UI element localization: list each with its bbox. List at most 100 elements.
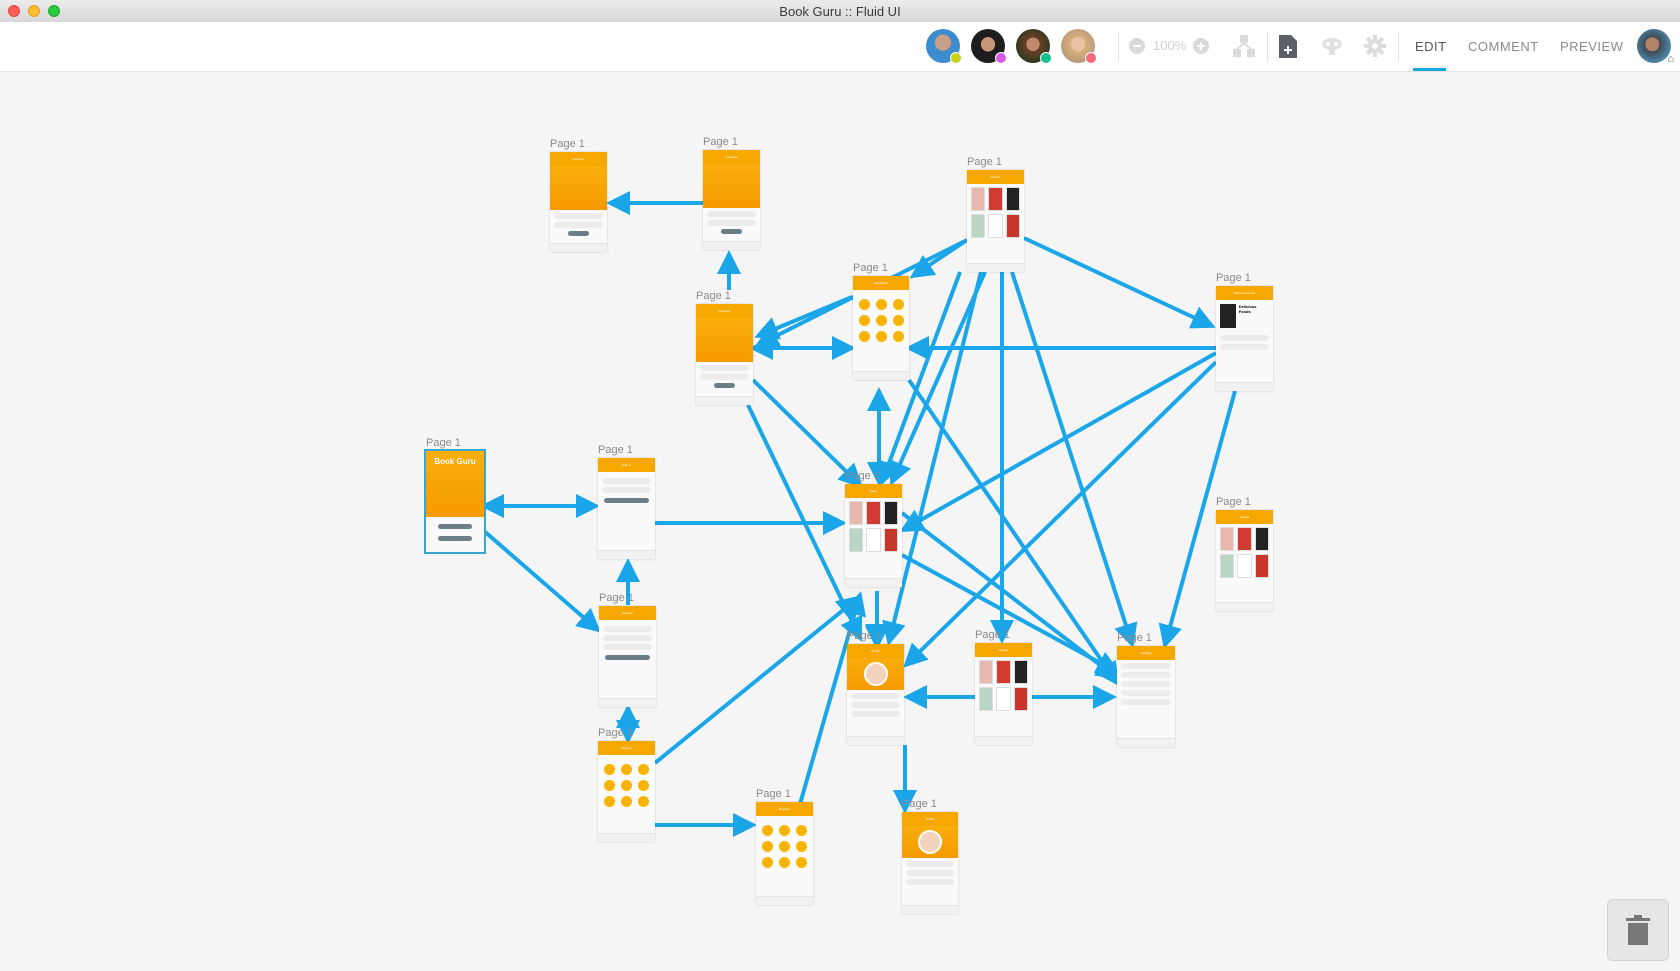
field xyxy=(554,222,603,228)
sitemap-canvas[interactable]: Page 1 Compare Page 1 Compare Page 1 Genres Pa… xyxy=(0,72,1680,971)
screen-thumbnail-genres[interactable]: Genres xyxy=(967,170,1024,272)
book-cover xyxy=(971,187,986,211)
screen-header: Register xyxy=(599,606,656,620)
screen-thumbnail-compare[interactable]: Compare xyxy=(703,150,760,250)
sitemap-icon[interactable] xyxy=(1232,34,1256,58)
category-icon xyxy=(796,841,808,852)
field xyxy=(554,213,603,219)
profile-photo xyxy=(863,662,888,686)
screen-header: Compare xyxy=(703,150,760,164)
screen-label: Page 1 xyxy=(696,290,731,302)
screen-thumbnail-categories[interactable]: Categories xyxy=(853,276,909,380)
screen-label: Page 1 xyxy=(426,437,461,449)
category-icon xyxy=(778,825,790,836)
screen-header: Delicious Foods xyxy=(1216,286,1273,300)
status-dot xyxy=(1040,52,1052,64)
search-button xyxy=(714,383,735,388)
tab-bar xyxy=(696,396,753,405)
toolbar-divider xyxy=(1118,32,1119,62)
screen-header: Profile xyxy=(902,812,958,826)
screen-thumbnail-profile[interactable]: Profile xyxy=(847,644,904,745)
category-grid xyxy=(598,755,655,811)
tab-bar xyxy=(902,905,958,914)
tab-comment[interactable]: COMMENT xyxy=(1468,39,1539,54)
screen-label: Page 1 xyxy=(845,470,880,482)
screen-thumbnail-profile[interactable]: Profile xyxy=(902,812,958,914)
screen-thumbnail-categories[interactable]: Register xyxy=(756,802,813,905)
field xyxy=(603,644,652,650)
screen-label: Page 1 xyxy=(756,788,791,800)
book-grid xyxy=(975,657,1032,714)
menu-row xyxy=(906,879,954,885)
book-cover xyxy=(1237,527,1252,551)
book-cover xyxy=(1220,554,1235,578)
book-cover xyxy=(988,187,1003,211)
review xyxy=(1220,335,1269,341)
tab-preview[interactable]: PREVIEW xyxy=(1560,39,1623,54)
category-icon xyxy=(875,331,887,342)
category-icon xyxy=(778,857,790,868)
category-icon xyxy=(875,315,887,326)
category-icon xyxy=(875,299,887,310)
screen-label: Page 1 xyxy=(853,262,888,274)
collaborator-avatar-3[interactable] xyxy=(1016,29,1052,64)
trash-button[interactable] xyxy=(1607,899,1669,961)
book-cover xyxy=(996,660,1011,684)
screen-label: Page 1 xyxy=(703,136,738,148)
screen-header: Profile xyxy=(847,644,904,658)
user-avatar[interactable]: ⌂ xyxy=(1637,29,1674,65)
screen-thumbnail-categories[interactable]: Register xyxy=(598,741,655,842)
screen-label: Page 1 xyxy=(598,727,633,739)
collaborator-avatar-1[interactable] xyxy=(926,29,962,64)
submit-button xyxy=(605,655,650,660)
add-page-icon[interactable] xyxy=(1278,34,1298,58)
book-cover xyxy=(866,501,881,525)
screen-thumbnail-signin[interactable]: Sign in xyxy=(598,458,655,559)
screen-thumbnail-splash[interactable]: Book Guru xyxy=(424,449,486,554)
tab-bar xyxy=(598,550,655,559)
screen-thumbnail-detail[interactable]: Delicious Foods Delicious Foods xyxy=(1216,286,1273,391)
link-arrow[interactable] xyxy=(1023,236,1216,329)
screen-header: Register xyxy=(756,802,813,816)
screen-thumbnail-register[interactable]: Register xyxy=(599,606,656,707)
screen-label: Page 1 xyxy=(847,630,882,642)
settings-icon[interactable] xyxy=(1363,34,1387,58)
screen-header: Register xyxy=(598,741,655,755)
collaborator-avatar-4[interactable] xyxy=(1061,29,1097,64)
book-cover xyxy=(1013,687,1028,711)
book-cover xyxy=(1005,187,1020,211)
status-dot xyxy=(1085,52,1097,64)
link-arrow[interactable] xyxy=(653,595,862,765)
tab-bar xyxy=(847,736,904,745)
status-dot xyxy=(950,52,962,64)
screen-thumbnail-compare[interactable]: Compare xyxy=(550,152,607,252)
book-cover xyxy=(979,660,994,684)
screen-label: Page 1 xyxy=(902,798,937,810)
toolbar-divider xyxy=(1267,32,1268,62)
book-grid xyxy=(1216,524,1273,581)
tab-edit[interactable]: EDIT xyxy=(1415,39,1447,54)
category-icon xyxy=(761,857,773,868)
widget-library-icon[interactable] xyxy=(1320,34,1344,58)
book-detail: Delicious Foods xyxy=(1216,300,1273,332)
tab-bar xyxy=(599,698,656,707)
book-cover xyxy=(1220,304,1236,328)
menu-row xyxy=(851,702,900,708)
screen-thumbnail-compare[interactable]: Compare xyxy=(696,304,753,405)
link-arrow[interactable] xyxy=(751,378,863,488)
screen-thumbnail-feed[interactable]: Feed xyxy=(845,484,902,587)
screen-label: Page 1 xyxy=(1216,272,1251,284)
collaborator-avatar-2[interactable] xyxy=(971,29,1007,64)
zoom-in-icon[interactable] xyxy=(1192,34,1210,58)
screen-thumbnail-settings[interactable]: Settings xyxy=(1117,646,1175,747)
screen-thumbnail-genres[interactable]: Genres xyxy=(1216,510,1273,611)
book-cover xyxy=(988,214,1003,238)
settings-row xyxy=(1121,699,1171,705)
link-arrow[interactable] xyxy=(482,529,602,633)
home-icon: ⌂ xyxy=(1667,53,1674,65)
link-arrow[interactable] xyxy=(903,360,1218,668)
field xyxy=(603,626,652,632)
tab-bar xyxy=(1216,382,1273,391)
zoom-out-icon[interactable] xyxy=(1128,34,1146,58)
screen-thumbnail-genres[interactable]: Genres xyxy=(975,643,1032,745)
